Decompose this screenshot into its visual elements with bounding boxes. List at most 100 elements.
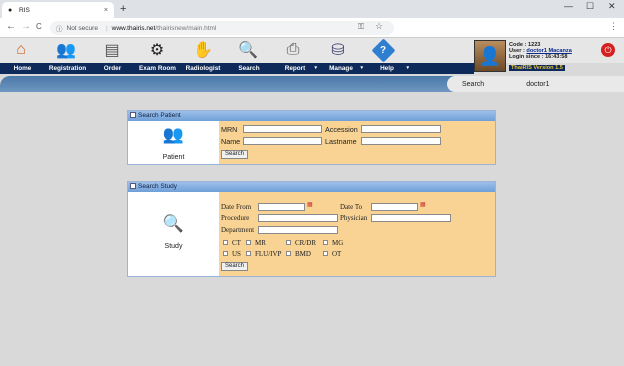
login-label: Login since : [509, 54, 546, 60]
lastname-input[interactable] [361, 137, 441, 145]
address-bar[interactable]: ⓘ Not secure | www.thairis.net/thairisne… [50, 21, 394, 35]
menu-label: Home [13, 65, 32, 72]
menu-label: Report [284, 65, 306, 72]
close-window-button[interactable]: ✕ [608, 1, 616, 12]
back-icon[interactable]: ← [6, 21, 16, 32]
login-time: 16:43:58 [545, 54, 568, 60]
modality-checkbox[interactable] [246, 251, 251, 256]
menu-label: Manage [329, 65, 353, 72]
menu-radiologist[interactable]: Radiologist [180, 63, 226, 74]
menu-label: Exam Room [139, 65, 176, 72]
modality-checkbox[interactable] [323, 251, 328, 256]
url-path: /thairisnew/main.html [155, 24, 217, 32]
panel-toggle-icon[interactable] [130, 112, 136, 118]
tab-close-icon[interactable]: × [104, 7, 108, 14]
forward-icon[interactable]: → [21, 21, 31, 32]
mrn-input[interactable] [243, 125, 322, 133]
date-from-label: Date From [221, 203, 252, 211]
maximize-button[interactable]: ☐ [586, 1, 594, 12]
current-page-label: Search [462, 80, 485, 88]
date-to-label: Date To [340, 203, 363, 211]
study-search-button[interactable]: Search [221, 262, 249, 271]
search-icon[interactable]: 🔍 [235, 39, 261, 61]
info-icon[interactable]: ⓘ [56, 23, 63, 33]
menu-search[interactable]: Search [226, 63, 272, 74]
main-menu: Home Registration Order Exam Room Radiol… [0, 63, 474, 74]
department-input[interactable] [258, 226, 338, 234]
calendar-icon[interactable]: ▦ [420, 202, 427, 209]
modality-checkbox[interactable] [286, 240, 291, 245]
date-from-input[interactable] [258, 203, 305, 211]
patient-search-button[interactable]: Search [221, 150, 249, 159]
home-icon[interactable]: ⌂ [8, 39, 34, 61]
browser-tab[interactable]: ● RIS × [2, 2, 114, 18]
menu-exam-room[interactable]: Exam Room [135, 63, 180, 74]
menu-order[interactable]: Order [90, 63, 135, 74]
modality-label: MG [332, 239, 344, 247]
name-label: Name [221, 137, 241, 146]
date-to-input[interactable] [371, 203, 418, 211]
study-search-icon: 🔍 [162, 214, 185, 233]
patient-side: 👥 Patient [128, 125, 219, 161]
patient-form: MRN Accession Name Lastname Search [219, 121, 495, 164]
procedure-input[interactable] [258, 214, 338, 222]
modality-checkbox[interactable] [223, 251, 228, 256]
name-input[interactable] [243, 137, 322, 145]
physician-input[interactable] [371, 214, 451, 222]
reload-icon[interactable]: C [36, 22, 42, 31]
panel-toggle-icon[interactable] [130, 183, 136, 189]
study-form: Date From ▦ Date To ▦ Procedure Physicia… [219, 192, 495, 276]
menu-label: Order [103, 65, 122, 72]
chevron-down-icon: ▾ [360, 65, 363, 71]
search-study-panel: Search Study 🔍 Study Date From ▦ Date To… [127, 181, 496, 277]
menu-label: Search [238, 65, 260, 72]
menu-label: Radiologist [185, 65, 221, 72]
accession-label: Accession [325, 125, 358, 134]
exam-room-icon[interactable]: ⚙ [144, 39, 170, 61]
search-patient-panel: Search Patient 👥 Patient MRN Accession N… [127, 110, 496, 165]
bookmark-star-icon[interactable]: ☆ [375, 21, 383, 32]
chevron-down-icon: ▾ [314, 65, 317, 71]
study-side: 🔍 Study [128, 214, 219, 250]
accession-input[interactable] [361, 125, 441, 133]
modality-label: OT [332, 250, 342, 258]
menu-label: Help [380, 65, 394, 72]
browser-toolbar: ← → C ⓘ Not secure | www.thairis.net/tha… [0, 18, 624, 38]
manage-icon[interactable]: ⛁ [325, 39, 351, 61]
version-label: ThaiRIS Version 1.5 [509, 65, 565, 71]
logout-power-icon[interactable]: ⏻ [601, 43, 615, 57]
menu-home[interactable]: Home [0, 63, 45, 74]
modality-label: FLU/IVP [255, 250, 282, 258]
new-tab-button[interactable]: + [120, 3, 126, 15]
menu-registration[interactable]: Registration [45, 63, 90, 74]
current-user-label: doctor1 [526, 80, 550, 88]
menu-report[interactable]: Report ▾ [272, 63, 318, 74]
favicon-icon: ● [8, 6, 13, 14]
key-icon[interactable]: ⚿ [358, 22, 364, 32]
browser-menu-icon[interactable]: ⋮ [609, 21, 618, 32]
menu-help[interactable]: Help ▾ [364, 63, 410, 74]
minimize-button[interactable]: — [564, 1, 573, 11]
radiologist-icon[interactable]: ✋ [190, 39, 216, 61]
modality-checkbox[interactable] [323, 240, 328, 245]
modality-label: CT [232, 239, 241, 247]
modality-checkbox[interactable] [246, 240, 251, 245]
status-pill: Search doctor1 [447, 76, 624, 92]
modality-label: CR/DR [295, 239, 317, 247]
url-separator: | [105, 24, 108, 32]
mrn-label: MRN [221, 125, 238, 134]
calendar-icon[interactable]: ▦ [307, 202, 314, 209]
menu-manage[interactable]: Manage ▾ [318, 63, 364, 74]
study-label: Study [164, 243, 183, 250]
chevron-down-icon: ▾ [406, 65, 409, 71]
modality-label: US [232, 250, 241, 258]
browser-tabstrip: ● RIS × + — ☐ ✕ [0, 0, 624, 18]
order-icon[interactable]: ▤ [99, 39, 125, 61]
modality-checkbox[interactable] [223, 240, 228, 245]
report-icon[interactable]: ⎙ [280, 39, 306, 61]
help-icon[interactable]: ? [370, 37, 396, 63]
modality-checkbox[interactable] [286, 251, 291, 256]
department-label: Department [221, 226, 255, 234]
registration-icon[interactable]: 👥 [53, 39, 79, 61]
modality-label: MR [255, 239, 266, 247]
